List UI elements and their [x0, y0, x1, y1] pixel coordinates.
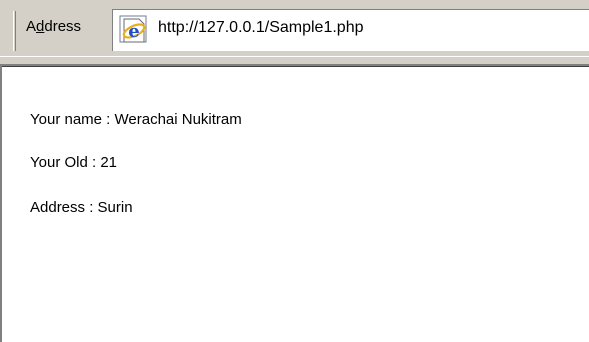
age-line: Your Old : 21: [30, 154, 118, 171]
address-label[interactable]: Address: [26, 18, 81, 35]
address-bar[interactable]: e http://127.0.0.1/Sample1.php: [112, 9, 589, 51]
svg-text:e: e: [128, 21, 139, 42]
address-toolbar: Address e http://127.0.0.1/Sample1.php: [0, 0, 589, 64]
url-text: http://127.0.0.1/Sample1.php: [158, 19, 364, 36]
address-line: Address : Surin: [30, 199, 133, 216]
address-label-first: A: [26, 18, 37, 35]
internet-explorer-icon: e: [119, 15, 147, 43]
browser-window: Address e http://127.0.0.1/Sample1.php Y…: [0, 0, 589, 342]
toolbar-separator: [0, 56, 589, 64]
address-label-rest: dress: [44, 18, 82, 35]
toolbar-grip[interactable]: [13, 11, 16, 51]
page-content: Your name : Werachai Nukitram Your Old :…: [0, 64, 589, 342]
name-line: Your name : Werachai Nukitram: [30, 111, 242, 128]
